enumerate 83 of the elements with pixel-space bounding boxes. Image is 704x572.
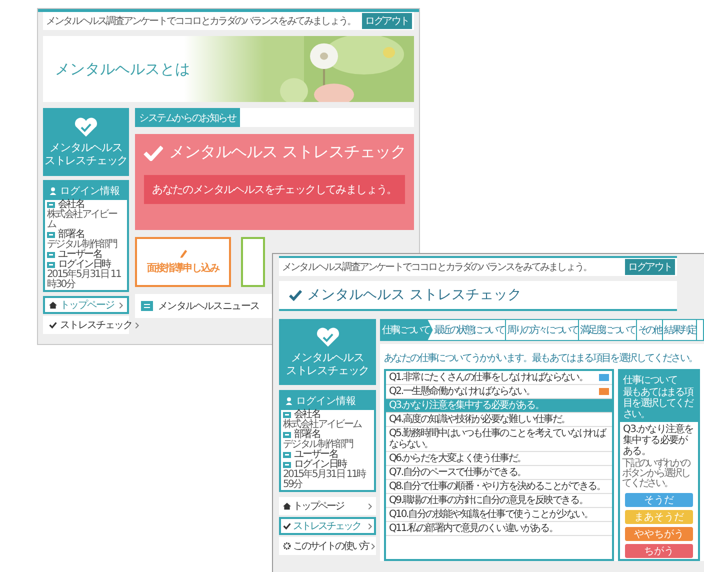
step-tab[interactable]: 結果判定: [663, 320, 698, 340]
chevron-icon: [119, 302, 123, 308]
field-label: 部署名: [58, 230, 84, 240]
heart-check-icon: [314, 327, 340, 348]
login-title: ログイン情報: [60, 184, 120, 198]
chevron-icon: [370, 542, 375, 550]
panel-subtitle: 最もあてはまる項目を選択してください。: [623, 387, 694, 420]
hero-title: メンタルヘルスとは: [55, 60, 190, 78]
chevron-icon: [368, 522, 372, 530]
logo-title: メンタルヘルス: [291, 351, 364, 364]
card-title: 面接指導申し込み: [147, 261, 219, 275]
heart-check-icon: [73, 117, 99, 138]
person-icon: [49, 187, 57, 195]
tag-icon: [47, 232, 55, 238]
pencil-icon: [178, 249, 188, 258]
answer-button[interactable]: ややちがう: [625, 527, 693, 541]
check-start-button[interactable]: あなたのメンタルヘルスをチェックしてみましょう。: [144, 175, 405, 204]
question-item[interactable]: Q7.自分のペースで仕事ができる。: [386, 466, 612, 480]
header-message: メンタルヘルス調査アンケートでココロとカラダのバランスをみてみましょう。: [46, 14, 356, 28]
logo-title: メンタルヘルス: [50, 141, 122, 154]
field-value: 2015年5月31日 11時59分: [283, 470, 367, 490]
gear-icon: [283, 542, 291, 550]
step-tab[interactable]: その他: [636, 320, 664, 340]
field-value: 株式会社アイビーム: [283, 420, 363, 430]
menu-card[interactable]: 面接指導申し込み: [135, 237, 231, 287]
nav-item[interactable]: トップページ: [279, 497, 376, 515]
menu-card[interactable]: [241, 237, 265, 287]
logout-button[interactable]: ログアウト: [624, 259, 675, 275]
check-icon: [49, 321, 57, 329]
question-item[interactable]: Q1.非常にたくさんの仕事をしなければならない。: [386, 371, 612, 385]
check-icon: [283, 522, 291, 530]
panel-title: 仕事について: [623, 374, 678, 387]
nav-item[interactable]: トップページ: [43, 296, 129, 314]
home-icon: [283, 502, 291, 510]
question-item[interactable]: Q5.勤務時間中はいつも仕事のことを考えていなければならない。: [386, 427, 612, 452]
logo-title: ストレスチェック: [286, 364, 370, 377]
question-item[interactable]: Q6.からだを大変よく使う仕事だ。: [386, 452, 612, 466]
person-icon: [285, 397, 293, 405]
step-tab[interactable]: 周りの方々について: [506, 320, 580, 340]
answer-button[interactable]: ちがう: [625, 544, 693, 558]
home-icon: [49, 301, 57, 309]
document-icon: [141, 301, 153, 311]
chevron-icon: [135, 322, 139, 328]
logo-title: ストレスチェック: [44, 154, 128, 167]
field-label: 会社名: [294, 410, 320, 420]
field-label: 会社名: [58, 200, 84, 210]
field-value: デジタル制作部門: [283, 440, 354, 450]
question-item[interactable]: Q9.職場の仕事の方針に自分の意見を反映できる。: [386, 494, 612, 508]
question-item[interactable]: Q11.私の部署内で意見のくい違いがある。: [386, 522, 612, 536]
header-message: メンタルヘルス調査アンケートでココロとカラダのバランスをみてみましょう。: [282, 260, 592, 274]
check-icon: [142, 144, 163, 160]
field-label: ユーザー名: [294, 450, 338, 460]
nav-item[interactable]: ストレスチェック: [279, 517, 376, 535]
question-item[interactable]: Q3.かなり注意を集中する必要がある。: [386, 399, 612, 413]
step-tab[interactable]: 最近の状態について: [432, 320, 506, 340]
logout-button[interactable]: ログアウト: [362, 13, 412, 29]
login-title: ログイン情報: [296, 394, 356, 408]
question-item[interactable]: Q4.高度の知識や技術が必要な難しい仕事だ。: [386, 413, 612, 427]
field-label: 部署名: [294, 430, 320, 440]
step-tab[interactable]: 仕事について: [381, 320, 433, 340]
notice-label: システムからのお知らせ: [135, 108, 240, 127]
tag-icon: [283, 432, 291, 438]
instruction-text: あなたの仕事についてうかがいます。最もあてはまる項目を選択してください。: [384, 353, 698, 364]
hint-text: 下記のいずれかのボタンから選択してください。: [621, 459, 691, 491]
field-value: 2015年5月31日 11時30分: [47, 270, 122, 290]
field-value: デジタル制作部門: [47, 240, 118, 250]
step-tab[interactable]: 満足度について: [579, 320, 637, 340]
page-title: メンタルヘルス ストレスチェック: [307, 286, 522, 304]
field-value: 株式会社アイビーム: [47, 210, 118, 230]
check-icon: [289, 290, 302, 300]
field-label: ログイン日時: [58, 260, 110, 270]
news-title: メンタルヘルスニュース: [158, 300, 260, 313]
current-question: Q3.かなり注意を集中する必要がある。: [622, 422, 694, 458]
tag-icon: [283, 412, 291, 418]
nav-item[interactable]: このサイトの使い方: [279, 537, 376, 555]
field-label: ログイン日時: [294, 460, 346, 470]
question-item[interactable]: Q10.自分の技能や知識を仕事で使うことが少ない。: [386, 508, 612, 522]
field-label: ユーザー名: [58, 250, 102, 260]
question-item[interactable]: Q8.自分で仕事の順番・やり方を決めることができる。: [386, 480, 612, 494]
answer-button[interactable]: そうだ: [625, 493, 693, 507]
chevron-icon: [368, 502, 372, 510]
tag-icon: [47, 202, 55, 208]
panel-title: メンタルヘルス ストレスチェック: [168, 142, 406, 163]
